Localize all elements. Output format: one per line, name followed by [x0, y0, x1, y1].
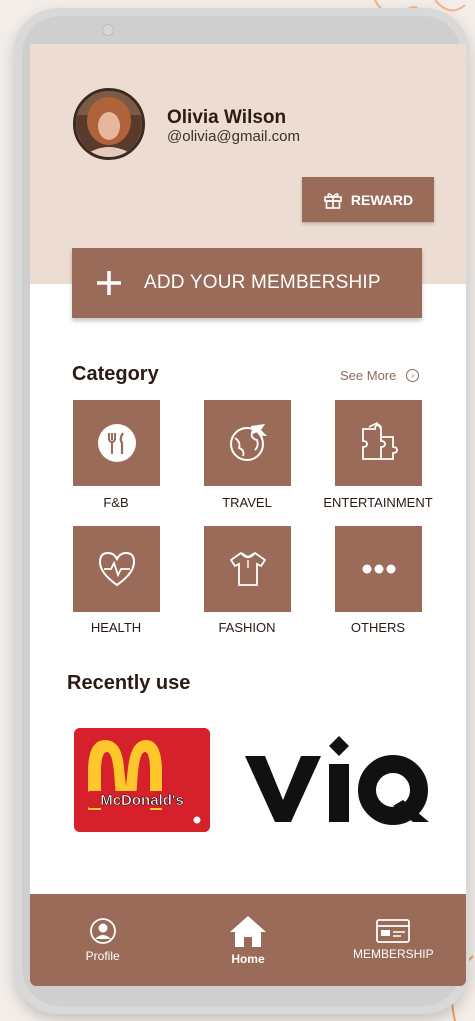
category-label-travel: TRAVEL — [222, 495, 272, 510]
nav-home[interactable]: Home — [175, 894, 320, 986]
camera-icon — [102, 24, 114, 36]
recently-use-title: Recently use — [67, 672, 191, 694]
plus-icon — [97, 271, 121, 295]
category-label-fnb: F&B — [103, 495, 129, 510]
chevron-right-icon: › — [406, 369, 420, 382]
avatar[interactable] — [73, 88, 145, 160]
category-label-health: HEALTH — [90, 620, 142, 635]
puzzle-icon — [361, 421, 398, 460]
category-label-entertainment: ENTERTAINMENT — [323, 495, 433, 510]
more-dots-icon — [362, 564, 395, 574]
home-icon — [229, 916, 266, 947]
category-tile-others[interactable] — [335, 526, 422, 612]
viq-logo[interactable] — [243, 734, 433, 826]
mcdonalds-arches-logo: McDonald's — [74, 728, 210, 832]
category-title: Category — [72, 363, 159, 385]
bottom-navigation: Profile Home MEMBERSHIP — [30, 894, 466, 986]
avatar-photo — [76, 91, 142, 157]
nav-profile[interactable]: Profile — [30, 894, 175, 986]
category-tile-travel[interactable] — [204, 400, 291, 486]
globe-plane-icon — [229, 424, 267, 461]
nav-membership[interactable]: MEMBERSHIP — [321, 894, 466, 986]
user-email: @olivia@gmail.com — [167, 128, 300, 145]
add-membership-button[interactable]: ADD YOUR MEMBERSHIP — [72, 248, 422, 318]
svg-text:McDonald's: McDonald's — [100, 792, 184, 809]
app-screen: Olivia Wilson @olivia@gmail.com REWARD A… — [30, 44, 466, 986]
shirt-icon — [229, 551, 266, 586]
see-more-link[interactable]: See More › — [340, 368, 420, 383]
reward-label: REWARD — [350, 191, 414, 208]
membership-card-icon — [376, 919, 411, 943]
food-plate-icon — [97, 424, 136, 462]
heart-pulse-icon — [98, 551, 135, 587]
nav-profile-label: Profile — [85, 949, 120, 963]
add-membership-label: ADD YOUR MEMBERSHIP — [144, 272, 381, 293]
reward-button[interactable]: REWARD — [302, 177, 434, 222]
category-tile-fashion[interactable] — [204, 526, 291, 612]
category-tile-health[interactable] — [73, 526, 160, 612]
see-more-label: See More — [340, 368, 397, 383]
category-tile-entertainment[interactable] — [335, 400, 422, 486]
mcdonalds-logo[interactable]: McDonald's — [74, 728, 210, 832]
profile-icon — [89, 918, 116, 944]
nav-membership-label: MEMBERSHIP — [352, 947, 434, 961]
viq-wordmark-logo — [245, 736, 429, 825]
user-name: Olivia Wilson — [167, 107, 287, 128]
category-label-fashion: FASHION — [218, 620, 276, 635]
gift-icon — [324, 192, 342, 209]
category-label-others: OTHERS — [350, 620, 406, 635]
category-tile-fnb[interactable] — [73, 400, 160, 486]
nav-home-label: Home — [231, 952, 265, 966]
